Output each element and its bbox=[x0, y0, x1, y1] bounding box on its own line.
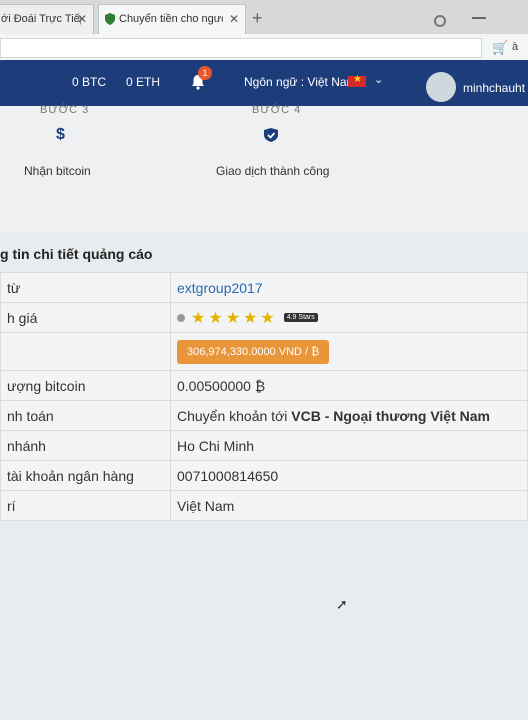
section-title: g tin chi tiết quảng cáo bbox=[0, 246, 153, 262]
amount-label: ượng bitcoin bbox=[0, 370, 171, 401]
rating-label: h giá bbox=[0, 302, 171, 333]
star-icon: ★ bbox=[243, 309, 258, 327]
star-icon: ★ bbox=[260, 309, 275, 327]
step-4-label: BƯỚC 4 bbox=[252, 104, 302, 116]
payment-value: Chuyển khoản tới VCB - Ngoại thương Việt… bbox=[170, 400, 528, 431]
browser-tab-2[interactable]: Chuyển tiền cho người hư ✕ bbox=[98, 4, 246, 34]
step-4-text: Giao dịch thành công bbox=[216, 164, 330, 178]
from-value: extgroup2017 bbox=[170, 272, 528, 303]
minimize-icon[interactable] bbox=[472, 17, 486, 19]
chevron-down-icon[interactable]: ⌄ bbox=[374, 73, 383, 86]
dollar-icon: $ bbox=[56, 126, 65, 143]
branch-label: nhánh bbox=[0, 430, 171, 461]
seller-link[interactable]: extgroup2017 bbox=[177, 280, 263, 296]
shield-icon bbox=[105, 13, 115, 25]
eth-balance[interactable]: 0 ETH bbox=[126, 75, 160, 89]
table-row: rí Việt Nam bbox=[0, 490, 528, 521]
new-tab-button[interactable]: + bbox=[252, 8, 263, 29]
close-icon[interactable]: ✕ bbox=[77, 12, 87, 26]
table-row: nh toán Chuyển khoản tới VCB - Ngoại thư… bbox=[0, 400, 528, 431]
transaction-steps: BƯỚC 3 $ Nhận bitcoin BƯỚC 4 Giao dịch t… bbox=[0, 104, 528, 232]
account-label: tài khoản ngân hàng bbox=[0, 460, 171, 491]
tab-title: Chuyển tiền cho người hư bbox=[119, 13, 223, 25]
table-row: tài khoản ngân hàng 0071000814650 bbox=[0, 460, 528, 491]
branch-value: Ho Chi Minh bbox=[170, 430, 528, 461]
step-3-label: BƯỚC 3 bbox=[40, 104, 90, 116]
mouse-cursor-icon: ➚ bbox=[336, 596, 348, 612]
from-label: từ bbox=[0, 272, 171, 303]
star-icon: ★ bbox=[191, 309, 206, 327]
browser-tab-bar: ới Đoái Trực Tiếp ✕ Chuyển tiền cho ngườ… bbox=[0, 0, 528, 34]
language-selector[interactable]: Ngôn ngữ : Việt Nam bbox=[244, 75, 357, 89]
price-label bbox=[0, 332, 171, 371]
payment-label: nh toán bbox=[0, 400, 171, 431]
table-row: ượng bitcoin 0.00500000 ₿ bbox=[0, 370, 528, 401]
rating-stars: ★ ★ ★ ★ ★ 4.9 Stars bbox=[177, 308, 521, 328]
status-dot-icon bbox=[177, 313, 185, 322]
address-input[interactable] bbox=[0, 38, 482, 58]
close-icon[interactable]: ✕ bbox=[229, 12, 239, 26]
table-row: nhánh Ho Chi Minh bbox=[0, 430, 528, 461]
cart-icon[interactable]: 🛒 bbox=[492, 40, 508, 56]
rating-badge: 4.9 Stars bbox=[283, 313, 318, 322]
vietnam-flag-icon: ★ bbox=[348, 74, 366, 87]
address-bar-row: 🛒 à bbox=[0, 34, 528, 61]
amount-value: 0.00500000 ₿ bbox=[170, 370, 528, 401]
table-row: h giá ★ ★ ★ ★ ★ 4.9 Stars bbox=[0, 302, 528, 333]
avatar[interactable] bbox=[426, 72, 456, 102]
browser-tab-1[interactable]: ới Đoái Trực Tiếp ✕ bbox=[0, 4, 94, 34]
location-value: Việt Nam bbox=[170, 490, 528, 521]
table-row: 306,974,330.0000 VND / ₿ bbox=[0, 332, 528, 371]
price-button[interactable]: 306,974,330.0000 VND / ₿ bbox=[177, 339, 330, 364]
extension-label: à bbox=[512, 41, 519, 53]
ad-detail-table: từ extgroup2017 h giá ★ ★ ★ ★ ★ 4.9 Star… bbox=[0, 272, 528, 521]
profile-icon[interactable] bbox=[434, 15, 446, 27]
account-value: 0071000814650 bbox=[170, 460, 528, 491]
table-row: từ extgroup2017 bbox=[0, 272, 528, 303]
notification-badge: 1 bbox=[198, 66, 212, 80]
tab-title: ới Đoái Trực Tiếp bbox=[1, 13, 81, 25]
site-header: 0 BTC 0 ETH 1 Ngôn ngữ : Việt Nam ★ ⌄ mi… bbox=[0, 60, 528, 106]
location-label: rí bbox=[0, 490, 171, 521]
star-icon: ★ bbox=[208, 309, 223, 327]
payment-prefix: Chuyển khoản tới bbox=[177, 407, 292, 424]
price-value: 306,974,330.0000 VND / ₿ bbox=[170, 332, 528, 371]
payment-bank: VCB - Ngoại thương Việt Nam bbox=[291, 407, 490, 424]
btc-balance[interactable]: 0 BTC bbox=[72, 75, 106, 89]
check-shield-icon bbox=[264, 128, 278, 142]
notification-bell[interactable]: 1 bbox=[190, 66, 212, 90]
username[interactable]: minhchauht bbox=[463, 81, 525, 95]
rating-value: ★ ★ ★ ★ ★ 4.9 Stars bbox=[170, 302, 528, 333]
step-3-text: Nhận bitcoin bbox=[24, 164, 91, 178]
star-icon: ★ bbox=[225, 309, 241, 327]
